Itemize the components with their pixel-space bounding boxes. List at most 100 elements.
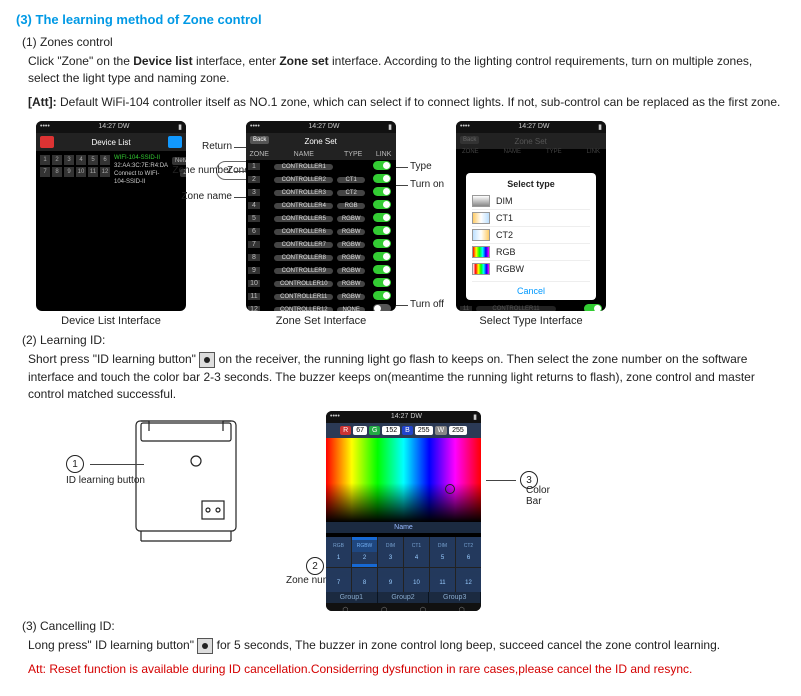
zone-name[interactable]: CONTROLLER6 [274,229,333,235]
zone-row: 2CONTROLLER2CT1 [246,173,396,186]
tab-icon[interactable]: ⬡ [404,603,443,611]
search-icon[interactable] [168,136,182,148]
link-toggle[interactable] [373,226,391,235]
link-toggle[interactable] [373,291,391,300]
zone-type[interactable]: RGBW [337,281,365,287]
device-list-body: 123456789101112 WIFI-104-SSID-II 32:AA:3… [36,151,186,195]
zone-name[interactable]: CONTROLLER3 [274,190,333,196]
zone-num-11[interactable]: 11 [88,167,98,177]
b-value[interactable]: 255 [415,426,433,435]
zone-num-8[interactable]: 8 [52,167,62,177]
link-toggle[interactable] [373,174,391,183]
back-button[interactable]: Back [250,136,269,144]
device-ssid: WIFI-104-SSID-II [114,155,168,163]
zone-select-11[interactable]: 11 [430,568,455,592]
zone-name[interactable]: CONTROLLER12 [274,307,333,312]
link-toggle[interactable] [373,252,391,261]
link-toggle[interactable] [373,304,391,311]
link-toggle[interactable] [373,239,391,248]
zone-select-5[interactable]: DIM5 [430,537,455,567]
type-option-dim[interactable]: DIM [472,193,590,209]
zone-number: 6 [248,228,260,235]
zone-select-6[interactable]: CT26 [456,537,481,567]
zone-select-4[interactable]: CT14 [404,537,429,567]
type-option-rgbw[interactable]: RGBW [472,260,590,277]
zone-type[interactable]: RGBW [337,268,365,274]
group-group1[interactable]: Group1 [326,592,378,603]
zone-name[interactable]: CONTROLLER11 [274,294,333,300]
zone-select-1[interactable]: RGB1 [326,537,351,567]
zone-select-7[interactable]: 7 [326,568,351,592]
zone-name[interactable]: CONTROLLER2 [274,177,333,183]
select-type-block: •••• 14:27 DW ▮ Back Zone Set ZONE NAME … [456,121,606,327]
circle-1: 1 [66,455,84,473]
zone-num-2[interactable]: 2 [52,155,62,165]
zone-num-6[interactable]: 6 [100,155,110,165]
link-toggle[interactable] [373,200,391,209]
zone-select-3[interactable]: DIM3 [378,537,403,567]
link-toggle[interactable] [373,213,391,222]
type-option-ct2[interactable]: CT2 [472,226,590,243]
zone-name[interactable]: CONTROLLER10 [274,281,333,287]
g-value[interactable]: 152 [382,426,400,435]
group-group3[interactable]: Group3 [429,592,481,603]
zone-num-10[interactable]: 10 [76,167,86,177]
zone-type[interactable]: CT2 [337,190,365,196]
zone-type[interactable]: NONE [337,307,365,312]
zone-num-5[interactable]: 5 [88,155,98,165]
back-button[interactable]: Back [460,136,479,144]
zone-type[interactable]: RGBW [337,255,365,261]
zone-type[interactable]: CT1 [337,177,365,183]
zone-num-12[interactable]: 12 [100,167,110,177]
zone-row: 1CONTROLLER1 [246,160,396,173]
link-toggle[interactable] [373,161,391,170]
zone-select-8[interactable]: 8 [352,568,377,592]
anno-id-learning-label: ID learning button [66,475,145,486]
color-picker-dot[interactable] [445,484,455,494]
group-group2[interactable]: Group2 [378,592,430,603]
zone-select-9[interactable]: 9 [378,568,403,592]
tab-icon[interactable]: ⬡ [365,603,404,611]
swatch-icon [472,195,490,207]
link-toggle[interactable] [584,304,602,311]
zone-name[interactable]: CONTROLLER1 [274,164,333,170]
zone-name[interactable]: CONTROLLER9 [274,268,333,274]
zone-select-12[interactable]: 12 [456,568,481,592]
tab-icon[interactable]: ⬡ [326,603,365,611]
zone-num-7[interactable]: 7 [40,167,50,177]
group-row[interactable]: Group1Group2Group3 [326,592,481,603]
zone-name[interactable]: CONTROLLER4 [274,203,333,209]
tab-icon[interactable]: ⬡ [442,603,481,611]
zone-num-9[interactable]: 9 [64,167,74,177]
link-toggle[interactable] [373,278,391,287]
zone-select-10[interactable]: 10 [404,568,429,592]
zone-num-3[interactable]: 3 [64,155,74,165]
zone-type[interactable]: RGBW [337,216,365,222]
zone-select-2[interactable]: RGBW2 [352,537,377,567]
zone-name[interactable]: CONTROLLER5 [274,216,333,222]
cancel-button[interactable]: Cancel [472,281,590,296]
anno-zone-number: Zone number [173,165,246,176]
swatch-icon [472,212,490,224]
tabbar[interactable]: ⬡ ⬡ ⬡ ⬡ [326,603,481,611]
r-value[interactable]: 67 [353,426,367,435]
link-toggle[interactable] [373,187,391,196]
color-bar[interactable] [326,444,481,522]
zone-name[interactable]: CONTROLLER8 [274,255,333,261]
zone-num-1[interactable]: 1 [40,155,50,165]
zone-num-4[interactable]: 4 [76,155,86,165]
zone-number-grid[interactable]: RGB1RGBW2DIM3CT14DIM5CT26 789101112 [326,537,481,592]
zone-set-caption: Zone Set Interface [276,315,367,327]
zone-type[interactable]: RGBW [337,242,365,248]
zone-type[interactable]: RGB [337,203,365,209]
zone-type[interactable]: RGBW [337,229,365,235]
power-icon[interactable] [40,136,54,148]
zone-name[interactable]: CONTROLLER7 [274,242,333,248]
network-button[interactable]: Network [172,157,186,165]
zone-type[interactable]: RGBW [337,294,365,300]
type-option-ct1[interactable]: CT1 [472,209,590,226]
type-option-rgb[interactable]: RGB [472,243,590,260]
link-toggle[interactable] [373,265,391,274]
w-value[interactable]: 255 [449,426,467,435]
zone-row: 9CONTROLLER9RGBW [246,264,396,277]
